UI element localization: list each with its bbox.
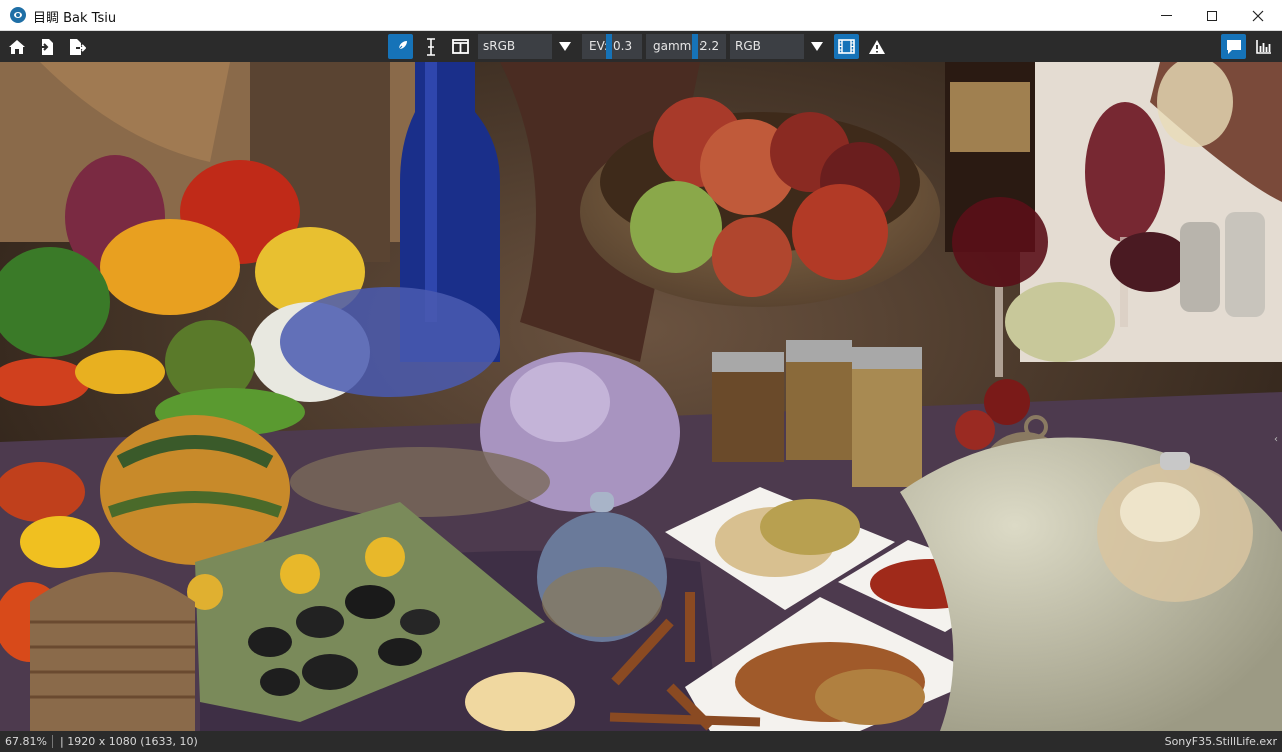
- zoom-level: 67.81%: [5, 735, 47, 748]
- gamma-spinner[interactable]: gamma: 2.2: [646, 34, 726, 59]
- film-button[interactable]: [834, 34, 859, 59]
- toolbar: sRGB EV: 0.3 gamma: 2.2 RGB: [0, 31, 1282, 62]
- histogram-icon: [1255, 40, 1271, 54]
- side-panel-handle[interactable]: ‹: [1274, 434, 1280, 464]
- home-icon: [8, 39, 25, 54]
- text-cursor-icon: [426, 37, 435, 56]
- channel-select[interactable]: RGB: [730, 34, 804, 59]
- comment-icon: [1226, 39, 1241, 54]
- close-button[interactable]: [1235, 0, 1281, 31]
- exposure-slider-mark: [606, 34, 612, 59]
- chevron-down-icon: [811, 42, 823, 51]
- color-picker-button[interactable]: [388, 34, 413, 59]
- title-bar: 目睭 Bak Tsiu: [0, 0, 1282, 31]
- text-cursor-button[interactable]: [418, 34, 443, 59]
- film-icon: [838, 39, 855, 54]
- export-file-icon: [69, 38, 86, 55]
- status-bar: 67.81% | 1920 x 1080 (1633, 10) SonyF35.…: [0, 731, 1282, 752]
- channel-dropdown-button[interactable]: [805, 34, 829, 59]
- maximize-icon: [1207, 10, 1217, 21]
- split-view-icon: [452, 39, 469, 54]
- home-button[interactable]: [4, 34, 29, 59]
- file-name: SonyF35.StillLife.exr: [1164, 735, 1277, 748]
- exposure-value: 0.3: [613, 39, 633, 53]
- image-info: | 1920 x 1080 (1633, 10): [60, 735, 198, 748]
- chevron-down-icon: [559, 42, 571, 51]
- gamma-slider-mark: [692, 34, 698, 59]
- export-file-button[interactable]: [64, 34, 89, 59]
- warning-button[interactable]: [864, 34, 889, 59]
- maximize-button[interactable]: [1189, 0, 1235, 31]
- minimize-button[interactable]: [1143, 0, 1189, 31]
- open-file-icon: [38, 38, 53, 55]
- open-file-button[interactable]: [34, 34, 59, 59]
- split-view-button[interactable]: [448, 34, 473, 59]
- exposure-spinner[interactable]: EV: 0.3: [582, 34, 642, 59]
- close-icon: [1252, 10, 1264, 21]
- window-title: 目睭 Bak Tsiu: [33, 11, 117, 26]
- status-divider: [52, 735, 53, 748]
- minimize-icon: [1160, 15, 1172, 16]
- color-picker-icon: [394, 40, 407, 53]
- colorspace-dropdown-button[interactable]: [553, 34, 577, 59]
- gamma-value: 2.2: [700, 39, 720, 53]
- app-eye-icon: [10, 7, 26, 23]
- warning-icon: [868, 39, 885, 54]
- still-life-image: [0, 62, 1282, 731]
- comment-button[interactable]: [1221, 34, 1246, 59]
- histogram-button[interactable]: [1251, 34, 1276, 59]
- colorspace-select[interactable]: sRGB: [478, 34, 552, 59]
- image-viewport[interactable]: ‹: [0, 62, 1282, 731]
